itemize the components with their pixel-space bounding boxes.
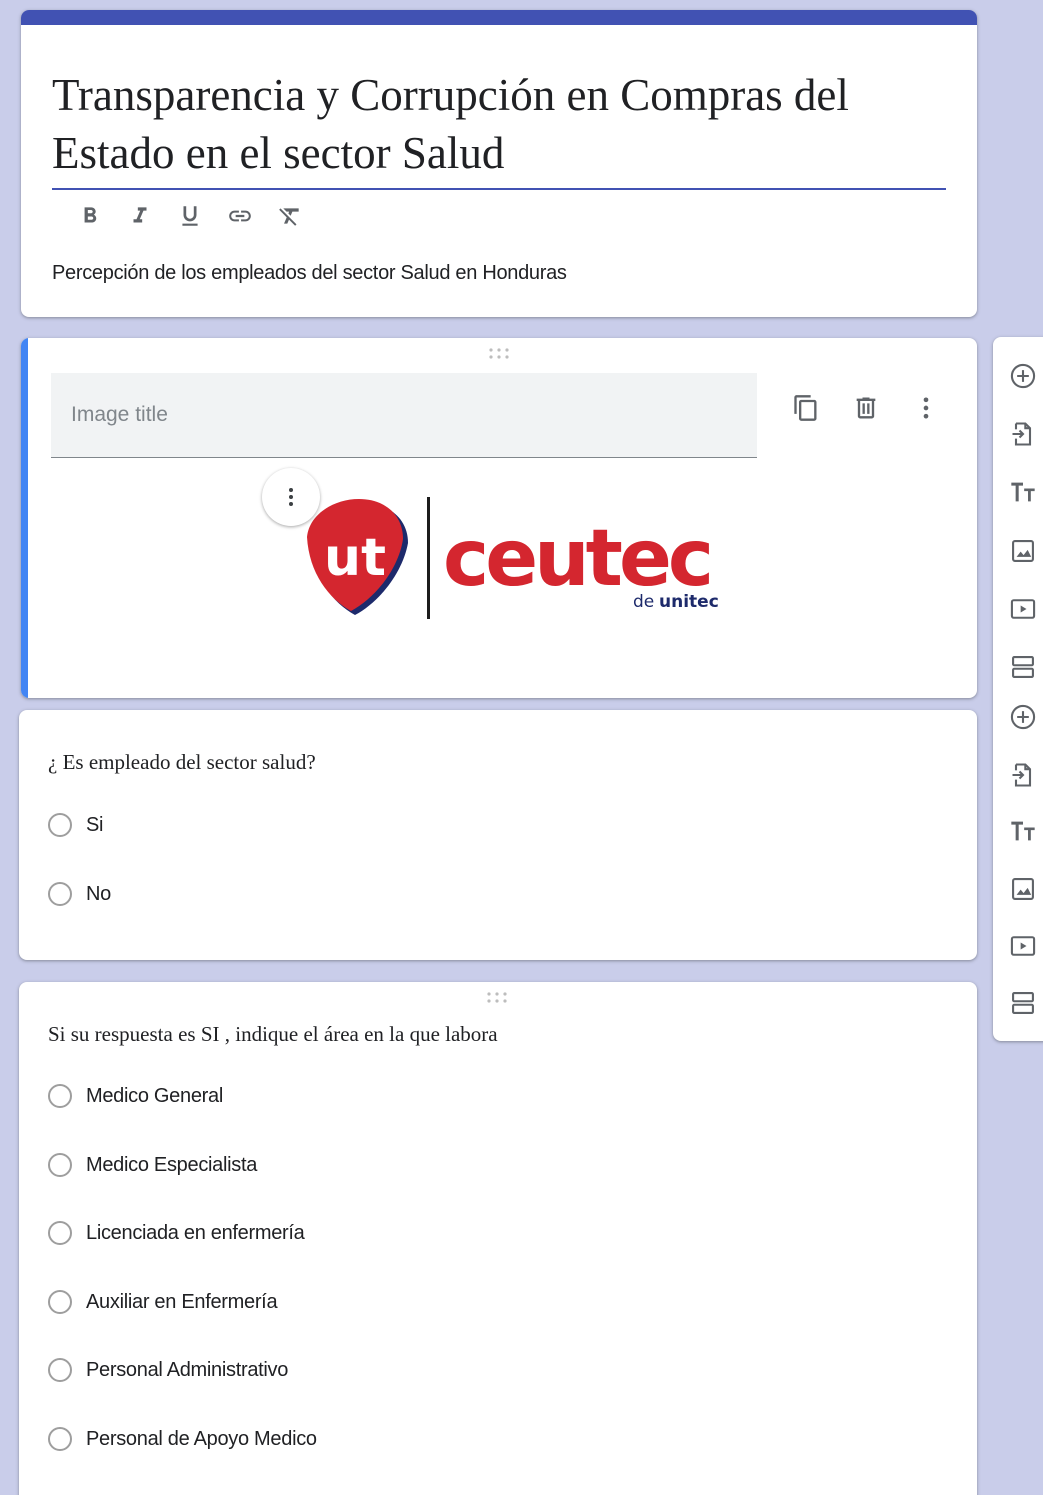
radio-option[interactable]: Medico General	[48, 1081, 223, 1111]
question-card-1[interactable]: ¿ Es empleado del sector salud? Si No	[19, 710, 977, 960]
image-options-button[interactable]	[262, 468, 320, 526]
theme-color-bar	[21, 10, 977, 25]
radio-button[interactable]	[48, 1358, 72, 1382]
add-section-icon[interactable]	[1005, 649, 1041, 685]
question-title: ¿ Es empleado del sector salud?	[48, 750, 316, 774]
floating-side-toolbar	[993, 337, 1043, 1041]
form-title-card: Transparencia y Corrupción en Compras de…	[21, 10, 977, 317]
option-label: Si	[86, 813, 104, 836]
add-title-icon[interactable]	[1005, 813, 1041, 849]
radio-button[interactable]	[48, 1221, 72, 1245]
option-label: Personal Administrativo	[86, 1358, 289, 1381]
add-video-icon[interactable]	[1005, 591, 1041, 627]
radio-button[interactable]	[48, 1153, 72, 1177]
add-question-icon[interactable]	[1005, 699, 1041, 735]
add-section-icon[interactable]	[1005, 985, 1041, 1021]
add-video-icon[interactable]	[1005, 928, 1041, 964]
radio-option[interactable]: Personal de Apoyo Medico	[48, 1424, 317, 1454]
active-item-accent	[21, 338, 28, 698]
radio-option[interactable]: Licenciada en enfermería	[48, 1218, 305, 1248]
import-questions-icon[interactable]	[1005, 757, 1041, 793]
radio-button[interactable]	[48, 1427, 72, 1451]
logo-tagline-brand: unitec	[659, 592, 719, 612]
option-label: Auxiliar en Enfermería	[86, 1290, 278, 1313]
image-title-input[interactable]	[51, 373, 757, 458]
radio-button[interactable]	[48, 882, 72, 906]
more-vert-icon[interactable]	[896, 388, 956, 428]
underline-icon[interactable]	[165, 198, 215, 234]
radio-option[interactable]: Auxiliar en Enfermería	[48, 1287, 278, 1317]
image-item-actions	[776, 388, 956, 428]
radio-button[interactable]	[48, 1084, 72, 1108]
option-label: Medico Especialista	[86, 1153, 258, 1176]
add-question-icon[interactable]	[1005, 358, 1041, 394]
link-icon[interactable]	[215, 198, 265, 234]
image-item-card[interactable]: ut ceutec de unitec	[21, 338, 977, 698]
add-title-icon[interactable]	[1005, 474, 1041, 510]
option-label: Licenciada en enfermería	[86, 1221, 305, 1244]
radio-button[interactable]	[48, 813, 72, 837]
option-label: No	[86, 882, 111, 905]
radio-option[interactable]: No	[48, 879, 111, 909]
form-title[interactable]: Transparencia y Corrupción en Compras de…	[52, 66, 946, 190]
question-card-2[interactable]: Si su respuesta es SI , indique el área …	[19, 982, 977, 1495]
radio-button[interactable]	[48, 1290, 72, 1314]
question-title: Si su respuesta es SI , indique el área …	[48, 1022, 498, 1046]
logo-tagline-prefix: de	[633, 592, 654, 612]
radio-option[interactable]: Medico Especialista	[48, 1150, 257, 1180]
form-description[interactable]: Percepción de los empleados del sector S…	[52, 262, 567, 285]
logo-divider	[427, 497, 430, 619]
radio-option[interactable]: Si	[48, 810, 103, 840]
italic-icon[interactable]	[115, 198, 165, 234]
option-label: Medico General	[86, 1084, 223, 1107]
drag-handle-icon[interactable]	[486, 991, 508, 1008]
option-label: Personal de Apoyo Medico	[86, 1427, 317, 1450]
import-questions-icon[interactable]	[1005, 416, 1041, 452]
more-vert-icon	[289, 488, 293, 506]
drag-handle-icon[interactable]	[488, 347, 510, 364]
clear-format-icon[interactable]	[265, 198, 315, 234]
delete-icon[interactable]	[836, 388, 896, 428]
duplicate-icon[interactable]	[776, 388, 836, 428]
text-format-toolbar	[65, 198, 315, 234]
logo-shield-mark: ut	[307, 499, 408, 615]
logo-mark-text: ut	[324, 528, 386, 588]
ceutec-logo: ut ceutec de unitec	[307, 497, 719, 619]
bold-icon[interactable]	[65, 198, 115, 234]
radio-option[interactable]: Personal Administrativo	[48, 1355, 288, 1385]
add-image-icon[interactable]	[1005, 871, 1041, 907]
logo-wordmark: ceutec	[443, 514, 710, 604]
add-image-icon[interactable]	[1005, 533, 1041, 569]
